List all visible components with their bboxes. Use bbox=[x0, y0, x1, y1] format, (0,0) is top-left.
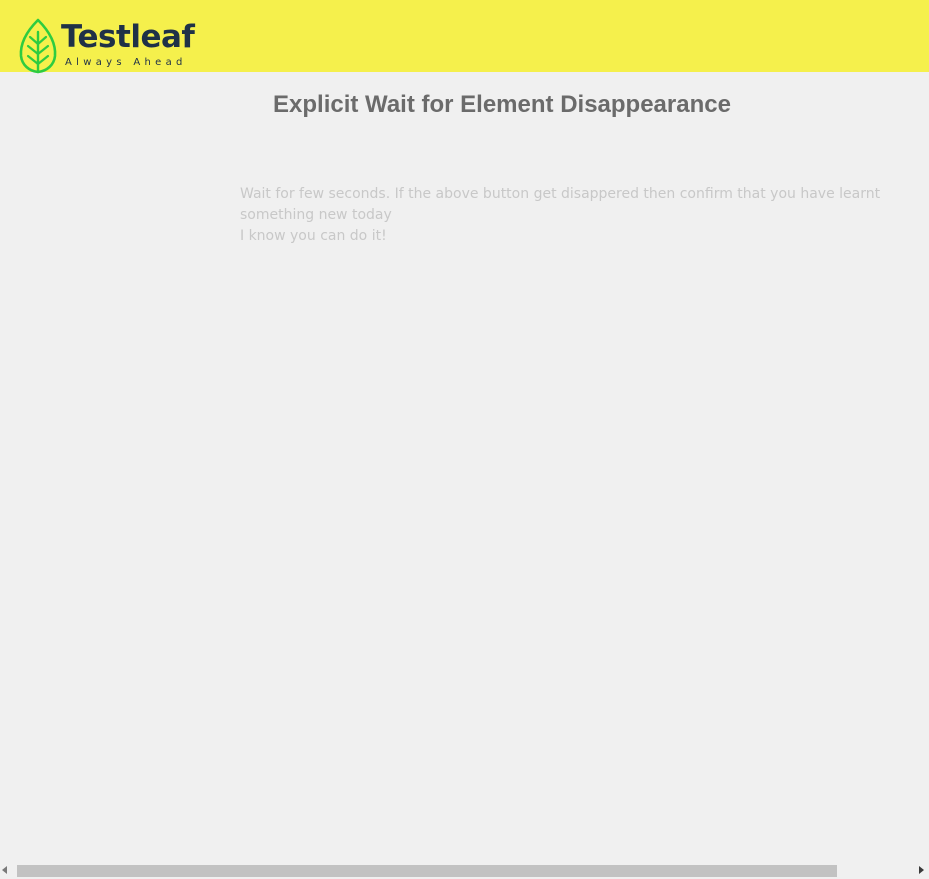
horizontal-scrollbar[interactable] bbox=[0, 862, 929, 879]
brand-name: Testleaf bbox=[61, 19, 195, 55]
page-title: Explicit Wait for Element Disappearance bbox=[273, 91, 731, 118]
scroll-right-arrow-icon[interactable] bbox=[919, 866, 924, 874]
info-text: Wait for few seconds. If the above butto… bbox=[240, 184, 900, 247]
testleaf-logo[interactable]: Testleaf Always Ahead bbox=[18, 18, 195, 74]
scroll-left-arrow-icon[interactable] bbox=[2, 866, 7, 874]
leaf-icon bbox=[19, 18, 57, 74]
header-bar: Testleaf Always Ahead bbox=[0, 0, 929, 74]
info-line-instructions: Wait for few seconds. If the above butto… bbox=[240, 186, 881, 223]
info-line-encouragement: I know you can do it! bbox=[240, 228, 387, 244]
brand-tagline: Always Ahead bbox=[65, 57, 187, 68]
scrollbar-thumb[interactable] bbox=[17, 865, 837, 877]
